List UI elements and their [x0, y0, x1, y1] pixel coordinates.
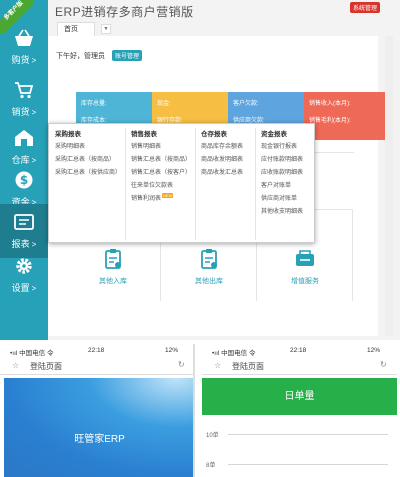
dollar-icon: $ — [15, 171, 33, 189]
chevron-right-icon: > — [31, 56, 37, 65]
page-title: 登陆页面 — [232, 362, 264, 371]
menu-divider — [255, 128, 256, 240]
gear-icon — [16, 258, 32, 274]
stat-label: 库存总量: — [81, 101, 107, 107]
reload-icon[interactable]: ↻ — [178, 360, 185, 369]
menu-item[interactable]: 销售汇总表（按商品） — [131, 154, 191, 167]
page-scrollbar[interactable] — [385, 36, 393, 336]
stat-label: 现金: — [157, 101, 171, 107]
chart-gridline — [228, 464, 388, 465]
clipboard-out-icon — [201, 249, 217, 269]
menu-item[interactable]: 采购汇总表（按供应商） — [55, 167, 121, 180]
menu-item[interactable]: 商品收发汇总表 — [201, 167, 243, 180]
menu-item-label: 销售利润表 — [131, 196, 162, 202]
menu-item[interactable]: 销售明细表 — [131, 141, 191, 154]
sidebar-item-sales[interactable]: 销货 > — [0, 72, 48, 126]
chevron-right-icon: > — [31, 284, 37, 293]
menu-column-funds: 资金报表 现金银行报表 应付账款明细表 应收账款明细表 客户对账单 供应商对账单… — [261, 128, 303, 219]
shortcut-label: 其他出库 — [195, 278, 223, 285]
sidebar: 多客户版 购货 > 销货 > 仓库 > $ 资金 > 报表 > 设置 > — [0, 0, 48, 340]
y-axis-tick-label: 10单 — [206, 433, 219, 439]
browser-title-bar: ☆ 登陆页面 ↻ — [0, 358, 193, 375]
status-time: 22:18 — [88, 347, 105, 354]
erp-screenshot: 多客户版 购货 > 销货 > 仓库 > $ 资金 > 报表 > 设置 > ERP… — [0, 0, 400, 340]
menu-item[interactable]: 供应商对账单 — [261, 193, 303, 206]
splash-brand-text: 旺管家ERP — [74, 434, 125, 445]
clipboard-in-icon — [105, 249, 121, 269]
sidebar-item-settings[interactable]: 设置 > — [0, 248, 48, 302]
menu-column-title: 仓存报表 — [201, 131, 227, 138]
menu-item[interactable]: 商品收发明细表 — [201, 154, 243, 167]
y-axis-tick-label: 8单 — [206, 463, 216, 469]
service-icon — [296, 250, 314, 266]
tab-dropdown-button[interactable]: ▼ — [101, 24, 111, 34]
carrier-signal: •ııl 中国电信 令 — [10, 350, 54, 357]
app-title: ERP进销存多商户营销版 — [55, 5, 194, 19]
stat-label: 销售毛利(本月): — [309, 118, 351, 124]
battery-level: 12% — [165, 347, 179, 354]
cart-icon — [15, 82, 34, 99]
svg-text:$: $ — [20, 173, 28, 187]
basket-icon — [15, 29, 33, 46]
stat-card-sales[interactable]: 销售收入(本月): 销售毛利(本月): — [304, 92, 391, 140]
menu-item[interactable]: 现金银行报表 — [261, 141, 303, 154]
menu-divider — [125, 128, 126, 240]
carrier-signal: •ııl 中国电信 令 — [212, 350, 256, 357]
mobile-login-screenshot: •ııl 中国电信 令 22:18 12% ☆ 登陆页面 ↻ 旺管家ERP — [0, 344, 195, 477]
menu-item[interactable]: 往来单位欠款表 — [131, 180, 191, 193]
browser-title-bar: ☆ 登陆页面 ↻ — [202, 358, 397, 375]
reload-icon[interactable]: ↻ — [380, 360, 387, 369]
menu-item[interactable]: 采购汇总表（按商品） — [55, 154, 121, 167]
reports-flyout-menu: 采购报表 采购明细表 采购汇总表（按商品） 采购汇总表（按供应商） 销售报表 销… — [48, 123, 315, 243]
menu-item-with-badge[interactable]: 销售利润表NEW — [131, 193, 191, 206]
status-time: 22:18 — [290, 347, 307, 354]
stat-label: 销售收入(本月): — [309, 101, 351, 107]
battery-level: 12% — [367, 347, 381, 354]
chevron-right-icon: > — [31, 108, 37, 117]
greeting-text: 下午好，管理员 — [56, 53, 105, 60]
mobile-dashboard-screenshot: •ııl 中国电信 令 22:18 12% ☆ 登陆页面 ↻ 日单量 10单 8… — [202, 344, 397, 477]
system-admin-button[interactable]: 系统管理 — [350, 2, 381, 13]
splash-banner: 旺管家ERP — [4, 378, 193, 477]
menu-column-title: 销售报表 — [131, 131, 157, 138]
menu-column-title: 采购报表 — [55, 131, 81, 138]
warehouse-icon — [15, 130, 33, 146]
page-title: 登陆页面 — [30, 362, 62, 371]
status-bar: •ııl 中国电信 令 22:18 12% — [202, 344, 397, 357]
sidebar-item-label: 设置 — [11, 283, 30, 293]
new-badge: NEW — [162, 193, 174, 198]
menu-item[interactable]: 应收账款明细表 — [261, 167, 303, 180]
menu-column-purchase: 采购报表 采购明细表 采购汇总表（按商品） 采购汇总表（按供应商） — [55, 128, 121, 180]
menu-item[interactable]: 销售汇总表（按客户） — [131, 167, 191, 180]
sidebar-item-label: 销货 — [11, 107, 30, 117]
chart-gridline — [228, 434, 388, 435]
account-management-button[interactable]: 账号管理 — [112, 50, 143, 61]
shortcut-label: 增值服务 — [291, 278, 319, 285]
tab-home[interactable]: 首页 — [57, 22, 95, 36]
menu-item[interactable]: 采购明细表 — [55, 141, 121, 154]
menu-divider — [195, 128, 196, 240]
menu-column-sales: 销售报表 销售明细表 销售汇总表（按商品） 销售汇总表（按客户） 往来单位欠款表… — [131, 128, 191, 206]
menu-item[interactable]: 应付账款明细表 — [261, 154, 303, 167]
menu-column-stock: 仓存报表 商品库存余额表 商品收发明细表 商品收发汇总表 — [201, 128, 243, 180]
daily-orders-header: 日单量 — [202, 378, 397, 415]
menu-item[interactable]: 商品库存余额表 — [201, 141, 243, 154]
report-icon — [14, 214, 34, 230]
status-bar: •ııl 中国电信 令 22:18 12% — [0, 344, 193, 357]
bookmark-star-icon[interactable]: ☆ — [214, 361, 221, 370]
sidebar-item-label: 购货 — [11, 55, 30, 65]
bookmark-star-icon[interactable]: ☆ — [12, 361, 19, 370]
stat-label: 客户欠款: — [233, 101, 259, 107]
tab-bar: 首页 ▼ — [48, 22, 378, 36]
menu-item[interactable]: 客户对账单 — [261, 180, 303, 193]
menu-item[interactable]: 其他收支明细表 — [261, 206, 303, 219]
menu-column-title: 资金报表 — [261, 131, 287, 138]
sidebar-item-purchase[interactable]: 购货 > — [0, 20, 48, 74]
shortcut-label: 其他入库 — [99, 278, 127, 285]
